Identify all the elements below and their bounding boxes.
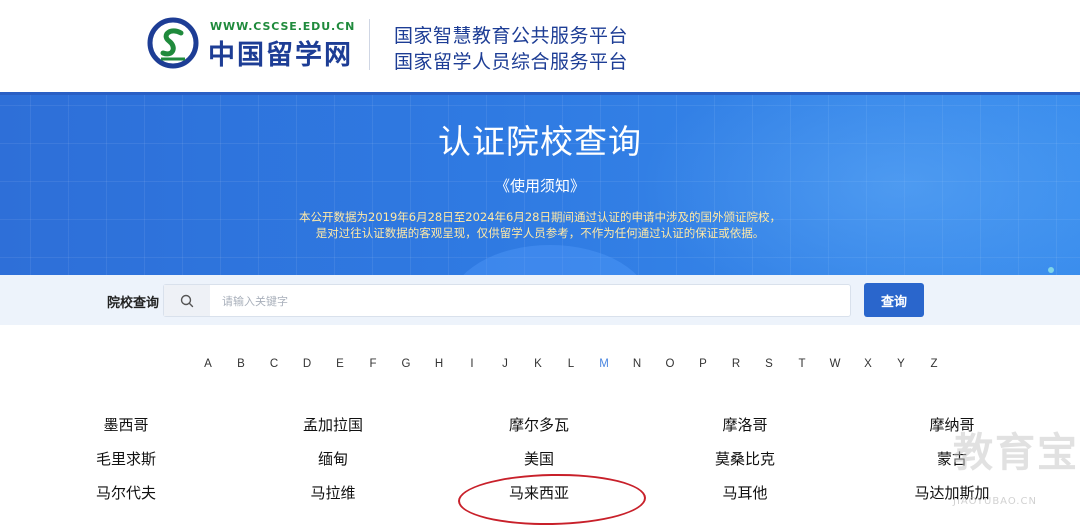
country-item[interactable]: 缅甸 <box>318 448 348 469</box>
letter-c[interactable]: C <box>264 358 284 370</box>
letter-e[interactable]: E <box>330 358 350 370</box>
watermark-sub: JIAOYUBAO.CN <box>953 496 1037 507</box>
letter-y[interactable]: Y <box>891 358 911 370</box>
platform-name-2: 国家留学人员综合服务平台 <box>394 51 629 73</box>
watermark-text: 教育宝 <box>953 430 1079 476</box>
logo-url: WWW.CSCSE.EDU.CN <box>210 20 356 33</box>
logo-name[interactable]: 中国留学网 <box>208 33 353 72</box>
country-item[interactable]: 美国 <box>524 448 554 469</box>
country-item[interactable]: 马耳他 <box>722 482 767 503</box>
search-icon <box>164 285 210 316</box>
country-item[interactable]: 摩尔多瓦 <box>509 414 569 435</box>
search-button[interactable]: 查询 <box>864 283 924 317</box>
letter-z[interactable]: Z <box>924 358 944 370</box>
letter-h[interactable]: H <box>429 358 449 370</box>
usage-notice-link[interactable]: 《使用须知》 <box>0 175 1080 196</box>
letter-o[interactable]: O <box>660 358 680 370</box>
country-item[interactable]: 摩洛哥 <box>722 414 767 435</box>
letter-p[interactable]: P <box>693 358 713 370</box>
letter-t[interactable]: T <box>792 358 812 370</box>
page-title: 认证院校查询 <box>438 122 642 161</box>
letter-x[interactable]: X <box>858 358 878 370</box>
letter-r[interactable]: R <box>726 358 746 370</box>
letter-i[interactable]: I <box>462 358 482 370</box>
cscse-logo-icon[interactable] <box>147 17 199 69</box>
letter-w[interactable]: W <box>825 358 845 370</box>
letter-a[interactable]: A <box>198 358 218 370</box>
banner-decor-dot <box>1048 267 1054 273</box>
letter-n[interactable]: N <box>627 358 647 370</box>
hero-banner: 认证院校查询 《使用须知》 本公开数据为2019年6月28日至2024年6月28… <box>0 92 1080 275</box>
search-label: 院校查询 <box>107 296 160 311</box>
country-item[interactable]: 莫桑比克 <box>715 448 775 469</box>
letter-g[interactable]: G <box>396 358 416 370</box>
highlight-circle <box>457 472 647 527</box>
search-box <box>163 284 851 317</box>
country-item[interactable]: 墨西哥 <box>103 414 148 435</box>
letter-l[interactable]: L <box>561 358 581 370</box>
header-divider <box>369 19 370 70</box>
alphabet-filter: ABCDEFGHIJKLMNOPRSTWXYZ <box>192 358 937 378</box>
country-item[interactable]: 马拉维 <box>310 482 355 503</box>
letter-j[interactable]: J <box>495 358 515 370</box>
banner-desc-line-2: 是对过往认证数据的客观呈现，仅供留学人员参考，不作为任何通过认证的保证或依据。 <box>315 226 765 240</box>
site-header: WWW.CSCSE.EDU.CN 中国留学网 国家智慧教育公共服务平台 国家留学… <box>0 0 1080 92</box>
letter-m[interactable]: M <box>594 358 614 370</box>
country-item[interactable]: 马尔代夫 <box>96 482 156 503</box>
letter-k[interactable]: K <box>528 358 548 370</box>
banner-description: 本公开数据为2019年6月28日至2024年6月28日期间通过认证的申请中涉及的… <box>0 209 1080 241</box>
platform-name-1: 国家智慧教育公共服务平台 <box>394 25 629 47</box>
letter-f[interactable]: F <box>363 358 383 370</box>
search-bar: 院校查询 查询 <box>0 275 1080 325</box>
country-item[interactable]: 毛里求斯 <box>96 448 156 469</box>
search-input[interactable] <box>222 291 822 311</box>
country-item[interactable]: 孟加拉国 <box>303 414 363 435</box>
letter-d[interactable]: D <box>297 358 317 370</box>
letter-b[interactable]: B <box>231 358 251 370</box>
letter-s[interactable]: S <box>759 358 779 370</box>
banner-desc-line-1: 本公开数据为2019年6月28日至2024年6月28日期间通过认证的申请中涉及的… <box>299 210 781 224</box>
